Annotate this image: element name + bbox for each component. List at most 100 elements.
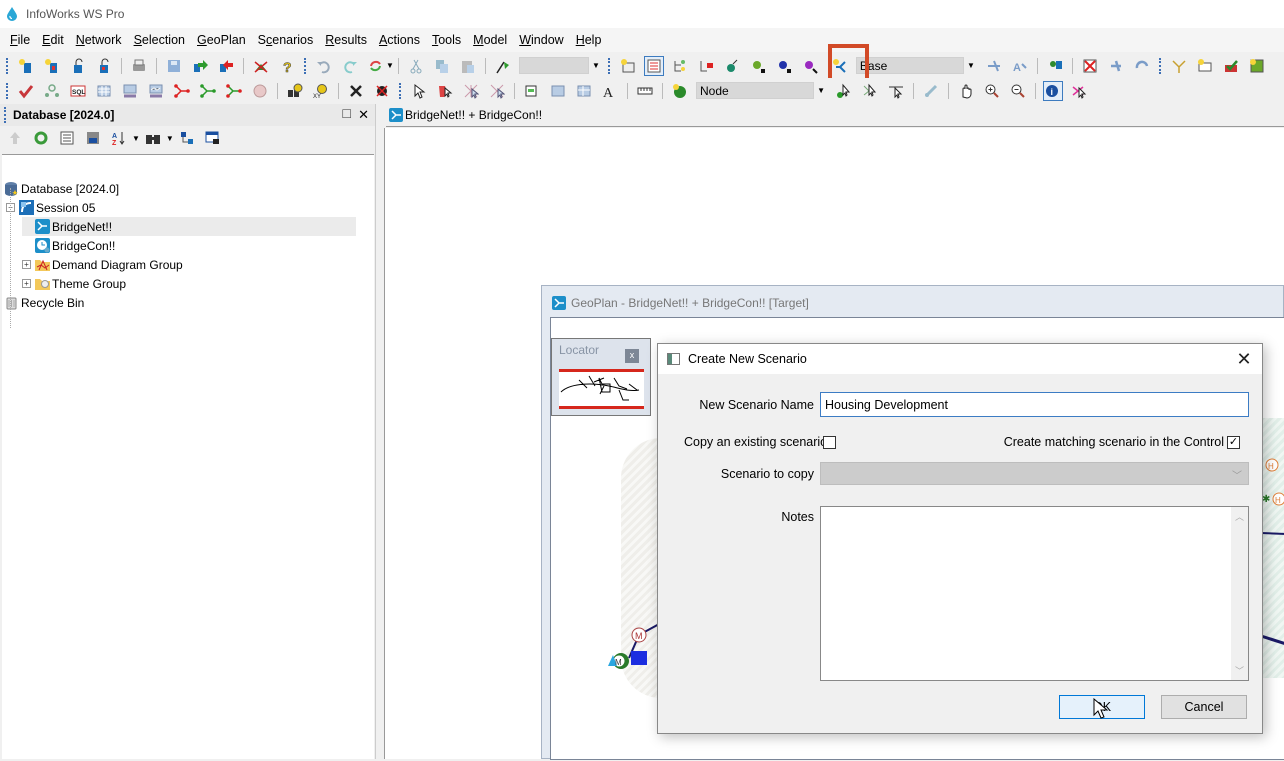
details-button[interactable] — [57, 128, 77, 148]
dropdown-arrow-icon[interactable]: ▼ — [166, 134, 174, 143]
tool-d-button[interactable] — [1195, 56, 1215, 76]
locator-map[interactable] — [559, 369, 644, 409]
tool-c-button[interactable] — [1169, 56, 1189, 76]
menu-window[interactable]: Window — [513, 33, 569, 47]
notes-textarea[interactable]: ︿ ﹀ — [820, 506, 1249, 681]
menu-model[interactable]: Model — [467, 33, 513, 47]
add-node-button[interactable] — [834, 81, 854, 101]
scenario-to-copy-select[interactable]: ﹀ — [820, 462, 1249, 485]
close-panel-icon[interactable]: ✕ — [358, 107, 369, 123]
tool-a-button[interactable] — [1106, 56, 1126, 76]
dialog-close-button[interactable]: ✕ — [1234, 349, 1254, 369]
cancel-button[interactable]: Cancel — [1161, 695, 1247, 719]
hierarchy-button[interactable] — [177, 128, 197, 148]
import-button[interactable] — [190, 56, 210, 76]
find-xy-button[interactable]: XY — [311, 81, 331, 101]
menu-actions[interactable]: Actions — [373, 33, 426, 47]
mixed-nodes-button[interactable] — [224, 81, 244, 101]
paste-button[interactable] — [458, 56, 478, 76]
menu-selection[interactable]: Selection — [128, 33, 191, 47]
pipe-tool-button[interactable] — [921, 81, 941, 101]
zoom-out-button[interactable] — [1008, 81, 1028, 101]
tool-b-button[interactable] — [1132, 56, 1152, 76]
dialog-title-bar[interactable]: Create New Scenario — [658, 344, 1262, 374]
measure-button[interactable] — [635, 81, 655, 101]
redo-button[interactable] — [340, 56, 360, 76]
select-polygon-button[interactable] — [435, 81, 455, 101]
trace-button[interactable] — [670, 56, 690, 76]
properties-button[interactable] — [83, 128, 103, 148]
create-scenario-button[interactable] — [830, 56, 850, 76]
scenario-tool-1-button[interactable] — [984, 56, 1004, 76]
grid-link-button[interactable] — [120, 81, 140, 101]
add-link-button[interactable] — [860, 81, 880, 101]
flask-button[interactable] — [722, 56, 742, 76]
toolbar-grip[interactable] — [304, 57, 307, 74]
red-nodes-button[interactable] — [172, 81, 192, 101]
flag-button[interactable] — [493, 56, 513, 76]
menu-results[interactable]: Results — [319, 33, 373, 47]
create-matching-scenario-checkbox[interactable]: ✓ — [1227, 436, 1240, 449]
toolbar-grip[interactable] — [1158, 57, 1162, 74]
tree-item-bridgecon[interactable]: BridgeCon!! — [22, 236, 115, 255]
users-button[interactable] — [1045, 56, 1065, 76]
maximize-panel-icon[interactable]: ☐ — [341, 107, 352, 123]
property-button[interactable] — [522, 81, 542, 101]
polygon-nodes-button[interactable] — [250, 81, 270, 101]
tree-item-theme-group[interactable]: + Theme Group — [22, 274, 126, 293]
disconnect-button[interactable] — [1069, 81, 1089, 101]
new-window-button[interactable] — [618, 56, 638, 76]
new-item-button[interactable] — [42, 56, 62, 76]
tab-bridgenet-bridgecon[interactable]: BridgeNet!! + BridgeCon!! — [386, 105, 545, 126]
property-3-button[interactable] — [574, 81, 594, 101]
menu-tools[interactable]: Tools — [426, 33, 467, 47]
pan-button[interactable] — [956, 81, 976, 101]
sql-button[interactable]: SQL — [68, 81, 88, 101]
dropdown-arrow-icon[interactable]: ▼ — [132, 134, 140, 143]
toolbar-grip[interactable] — [6, 57, 9, 74]
scenario-tool-2-button[interactable]: A — [1010, 56, 1030, 76]
up-button[interactable] — [5, 128, 25, 148]
grid-view-button[interactable] — [643, 55, 664, 76]
run-blue-button[interactable] — [774, 56, 794, 76]
add-polygon-button[interactable] — [886, 81, 906, 101]
toolbar-grip[interactable] — [6, 82, 9, 99]
help-button[interactable]: ? — [277, 56, 297, 76]
tree-item-recycle-bin[interactable]: Recycle Bin — [4, 293, 84, 312]
connectivity-button[interactable] — [42, 81, 62, 101]
delete-special-button[interactable] — [372, 81, 392, 101]
scroll-down-icon[interactable]: ﹀ — [1235, 664, 1244, 677]
tool-f-button[interactable] — [1247, 56, 1267, 76]
flag-trace-button[interactable] — [696, 56, 716, 76]
print-button[interactable] — [129, 56, 149, 76]
locator-close-button[interactable]: x — [625, 349, 639, 363]
delete-button[interactable] — [346, 81, 366, 101]
panel-splitter[interactable] — [376, 104, 384, 759]
undo-button[interactable] — [314, 56, 334, 76]
grid-button[interactable] — [94, 81, 114, 101]
sort-button[interactable]: AZ — [109, 128, 129, 148]
search-window-button[interactable] — [203, 128, 223, 148]
toolbar-grip[interactable] — [607, 57, 611, 74]
run-purple-button[interactable] — [800, 56, 820, 76]
scenario-combo[interactable]: Base ▼ — [855, 57, 975, 74]
cut-button[interactable] — [406, 56, 426, 76]
toolbar-grip[interactable] — [399, 82, 402, 99]
label-button[interactable]: A — [600, 81, 620, 101]
geoplan-title-bar[interactable]: GeoPlan - BridgeNet!! + BridgeCon!! [Tar… — [542, 286, 1283, 319]
find-db-button[interactable] — [143, 128, 163, 148]
select-links-2-button[interactable] — [487, 81, 507, 101]
info-button[interactable]: i — [1043, 80, 1063, 101]
tree-item-database-2024-0[interactable]: Database [2024.0] — [4, 179, 119, 198]
menu-network[interactable]: Network — [70, 33, 128, 47]
tree-item-bridgenet[interactable]: BridgeNet!! — [22, 217, 356, 236]
new-database-button[interactable] — [16, 56, 36, 76]
expand-icon[interactable]: + — [22, 279, 31, 288]
copy-existing-scenario-checkbox[interactable] — [823, 436, 836, 449]
tree-item-demand-diagram-group[interactable]: + Demand Diagram Group — [22, 255, 183, 274]
tree-item-session-05[interactable]: − Session 05 — [6, 198, 95, 217]
menu-file[interactable]: File — [4, 33, 36, 47]
validate-button[interactable] — [251, 56, 271, 76]
panel-grip[interactable] — [4, 107, 7, 123]
new-scenario-name-input[interactable]: Housing Development — [820, 392, 1249, 417]
